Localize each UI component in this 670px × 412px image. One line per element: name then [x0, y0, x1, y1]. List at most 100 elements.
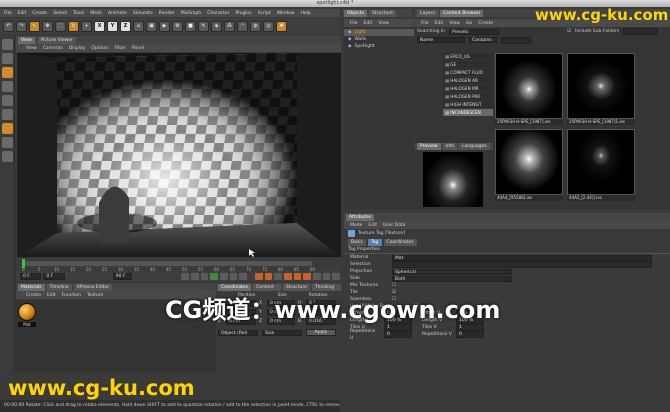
- object-item[interactable]: ◆ Spotlight: [344, 43, 414, 50]
- browser-search-input[interactable]: [623, 28, 659, 35]
- autokey-icon[interactable]: [264, 272, 273, 280]
- menu-item-mode[interactable]: Mode: [350, 223, 362, 228]
- rotation-key-icon[interactable]: [303, 272, 311, 280]
- menu-item-options[interactable]: Options: [91, 46, 108, 51]
- tab-timeline[interactable]: Timeline: [46, 283, 72, 291]
- z-axis-button[interactable]: Z: [120, 20, 131, 32]
- tab-info[interactable]: Info: [442, 143, 458, 150]
- folder-item[interactable]: ▤ INCANDESCEN: [443, 109, 493, 116]
- current-frame-field[interactable]: 0 F: [20, 272, 42, 280]
- folder-item[interactable]: ▤ HALOGEN MR: [443, 85, 493, 92]
- size-mode-select[interactable]: Size: [262, 329, 302, 336]
- next-key-icon[interactable]: [229, 272, 238, 280]
- object-item[interactable]: ◆ Walls: [344, 36, 414, 43]
- thumbnail-item[interactable]: 25PAR30-H-SPE_[1987]1.ies: [567, 53, 635, 125]
- menu-item-file[interactable]: File: [421, 21, 429, 26]
- menu-item-edit[interactable]: Edit: [18, 11, 27, 16]
- tab-picture-viewer[interactable]: Picture Viewer: [37, 36, 76, 44]
- side-select[interactable]: Both: [392, 275, 512, 282]
- polygons-mode-icon[interactable]: [2, 123, 13, 134]
- camera-icon[interactable]: ◎: [263, 20, 274, 32]
- texture-mode-icon[interactable]: [2, 67, 13, 78]
- menu-item-mograph[interactable]: MoGraph: [181, 11, 201, 16]
- goto-end-icon[interactable]: [239, 272, 248, 280]
- subtab-tag[interactable]: Tag: [367, 238, 382, 246]
- deformer-icon[interactable]: ◠: [237, 20, 248, 32]
- min-frame-field[interactable]: 0 F: [43, 272, 65, 280]
- tiles-v-field[interactable]: 1: [456, 324, 484, 331]
- menu-item-create[interactable]: Create: [32, 11, 47, 16]
- filter-input[interactable]: [501, 36, 531, 44]
- model-mode-icon[interactable]: [2, 39, 13, 50]
- cube-icon[interactable]: ■: [185, 20, 196, 32]
- material-field[interactable]: Mat: [392, 254, 652, 261]
- folder-item[interactable]: ▤ ERCO_US: [443, 53, 493, 60]
- subdivision-icon[interactable]: ◈: [211, 20, 222, 32]
- name-filter-select[interactable]: Name: [417, 37, 465, 43]
- object-item[interactable]: ◆ Light: [344, 29, 414, 36]
- material-swatch[interactable]: [18, 303, 36, 321]
- menu-item-function[interactable]: Function: [62, 293, 81, 298]
- coord-mode-select[interactable]: Object (Rel): [218, 329, 258, 336]
- tab-attributes[interactable]: Attributes: [346, 213, 375, 221]
- menu-item-view[interactable]: View: [449, 21, 460, 26]
- menu-item-panel[interactable]: Panel: [132, 46, 144, 51]
- prev-frame-icon[interactable]: [200, 272, 209, 280]
- move-tool-icon[interactable]: ✥: [42, 20, 53, 32]
- apply-button[interactable]: Apply: [306, 329, 336, 336]
- menu-item-go[interactable]: Go: [466, 21, 472, 26]
- menu-item-edit[interactable]: Edit: [368, 223, 377, 228]
- scene-icon[interactable]: ◍: [250, 20, 261, 32]
- tab-objects[interactable]: Objects: [344, 9, 368, 17]
- thumbnail-item[interactable]: 44A5_[2.44]].ies: [567, 129, 635, 201]
- rep-v-field[interactable]: 0: [456, 331, 484, 338]
- rotate-tool-icon[interactable]: ↻: [68, 20, 79, 32]
- menu-item-tools[interactable]: Tools: [73, 11, 84, 16]
- render-region-icon[interactable]: ▣: [146, 20, 157, 32]
- folder-item[interactable]: ▤ HALOGEN AR: [443, 77, 493, 84]
- scale-key-icon[interactable]: [293, 272, 302, 280]
- menu-item-script[interactable]: Script: [258, 11, 271, 16]
- menu-item-window[interactable]: Window: [277, 11, 295, 16]
- position-key-icon[interactable]: [283, 272, 292, 280]
- include-subfolders-checkbox[interactable]: ☑: [567, 29, 571, 34]
- menu-item-create[interactable]: Create: [478, 21, 493, 26]
- light-icon[interactable]: ✺: [276, 20, 287, 32]
- axis-mode-icon[interactable]: [2, 81, 13, 92]
- y-axis-button[interactable]: Y: [107, 20, 118, 32]
- timeline-track[interactable]: [22, 261, 312, 266]
- search-location-select[interactable]: Presets: [448, 28, 499, 35]
- menu-item-create[interactable]: Create: [26, 293, 41, 298]
- subtab-coordinates[interactable]: Coordinates: [383, 238, 417, 246]
- tab-content-browser[interactable]: Content Browser: [439, 9, 484, 17]
- projection-select[interactable]: Spherical: [392, 268, 512, 275]
- thumbnail-item[interactable]: 40A4_[95588].ies: [495, 129, 563, 201]
- select-tool-icon[interactable]: ↖: [29, 20, 40, 32]
- pen-icon[interactable]: ✎: [198, 20, 209, 32]
- tiles-u-field[interactable]: 1: [384, 324, 412, 331]
- contains-select[interactable]: Contains: [469, 37, 497, 43]
- scale-tool-icon[interactable]: ⬚: [55, 20, 66, 32]
- workplane-icon[interactable]: [2, 151, 13, 162]
- folder-item[interactable]: ▤ GE: [443, 61, 493, 68]
- selection-field[interactable]: [392, 261, 652, 268]
- object-mode-icon[interactable]: [2, 53, 13, 64]
- menu-item-animate[interactable]: Animate: [108, 11, 127, 16]
- menu-item-texture[interactable]: Texture: [87, 293, 103, 298]
- array-icon[interactable]: ⁂: [224, 20, 235, 32]
- subtab-basic[interactable]: Basic: [348, 238, 366, 246]
- play-icon[interactable]: [210, 272, 219, 280]
- menu-item-filter[interactable]: Filter: [115, 46, 126, 51]
- thumbnail-item[interactable]: 25PAR30-H-SPE_[1987].ies: [495, 53, 563, 125]
- menu-item-file[interactable]: File: [4, 11, 12, 16]
- param-key-icon[interactable]: [312, 272, 321, 280]
- menu-item-view[interactable]: View: [378, 21, 389, 26]
- menu-item-file[interactable]: File: [350, 21, 358, 26]
- menu-item-cameras[interactable]: Cameras: [43, 46, 63, 51]
- tab-xpresso-editor[interactable]: XPresso Editor: [73, 283, 113, 291]
- points-mode-icon[interactable]: [2, 95, 13, 106]
- undo-icon[interactable]: ↶: [3, 20, 14, 32]
- render-view-icon[interactable]: ▶: [159, 20, 170, 32]
- menu-item-edit[interactable]: Edit: [47, 293, 56, 298]
- mix-checkbox[interactable]: ☐: [392, 282, 396, 289]
